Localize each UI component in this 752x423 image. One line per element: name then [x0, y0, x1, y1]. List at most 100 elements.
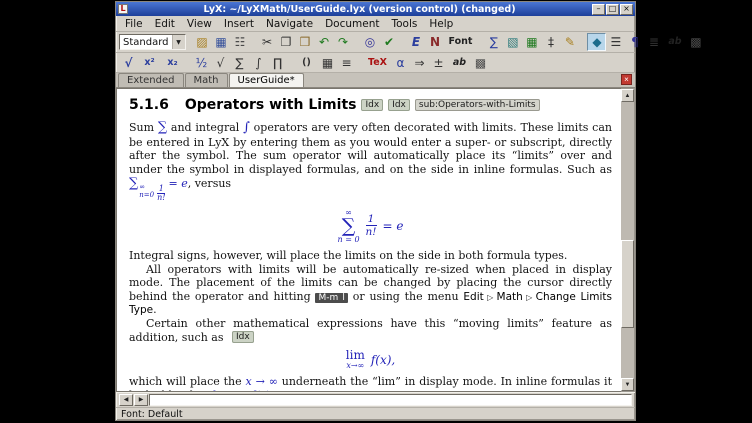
maximize-button[interactable]: □ [606, 4, 619, 15]
tab-extended[interactable]: Extended [118, 73, 184, 87]
insert-table-button[interactable]: ▦ [522, 33, 541, 51]
vertical-scrollbar[interactable]: ▲ ▼ [621, 88, 635, 392]
paragraph: Integral signs, however, will place the … [129, 249, 612, 262]
math-panel-toggle-button[interactable]: ◆ [587, 33, 606, 51]
scroll-down-button[interactable]: ▼ [621, 378, 634, 391]
sum-lower-limit: n=0 [139, 192, 154, 200]
combo-dropdown-icon[interactable]: ▼ [172, 35, 185, 49]
menu-item-view[interactable]: View [181, 17, 218, 31]
command-minibuffer-input[interactable] [149, 394, 632, 406]
close-button[interactable]: × [620, 4, 633, 15]
index-inset[interactable]: Idx [232, 331, 254, 343]
insert-note-button[interactable]: ✎ [560, 33, 579, 51]
cut-button[interactable]: ✂ [258, 33, 277, 51]
math-mode-button[interactable]: √ [119, 54, 138, 72]
history-prev-button[interactable]: ◀ [119, 394, 133, 406]
insert-index-icon: ▩ [690, 36, 701, 48]
integral-button[interactable]: ∫ [249, 54, 268, 72]
square-root-button[interactable]: √ [211, 54, 230, 72]
redo-button[interactable]: ↷ [334, 33, 353, 51]
noun-button[interactable]: N [426, 33, 445, 51]
menu-item-edit[interactable]: Edit [149, 17, 181, 31]
sum-symbol[interactable]: ∑ [158, 120, 167, 135]
math-symbols-panel-button[interactable]: ▩ [471, 54, 490, 72]
tex-mode-button[interactable]: TeX [364, 54, 391, 72]
copy-button[interactable]: ❐ [277, 33, 296, 51]
insert-footnote-button[interactable]: ‡ [541, 33, 560, 51]
find-replace-button[interactable]: ◎ [361, 33, 380, 51]
superscript-button[interactable]: x² [138, 54, 161, 72]
equation-array-button[interactable]: ≡ [337, 54, 356, 72]
toolbar-separator [287, 56, 295, 70]
vertical-scroll-track[interactable] [621, 102, 634, 378]
text-run: , versus [188, 177, 231, 190]
functions-button[interactable]: ab [448, 54, 471, 72]
menu-item-navigate[interactable]: Navigate [260, 17, 319, 31]
insert-graphics-button[interactable]: ▧ [503, 33, 522, 51]
subscript-button[interactable]: x₂ [161, 54, 184, 72]
index-inset[interactable]: Idx [361, 99, 383, 111]
delimiters-button[interactable]: () [295, 54, 318, 72]
vertical-scroll-thumb[interactable] [621, 240, 634, 328]
label-inset[interactable]: sub:Operators-with-Limits [415, 99, 540, 111]
tex-mode-icon: TeX [368, 58, 387, 68]
text-run: . [153, 303, 157, 316]
tab-close-button[interactable]: × [621, 74, 632, 85]
product-icon: ∏ [273, 57, 282, 69]
display-formula-lim[interactable]: limx→∞ f(x), [129, 349, 612, 370]
window-icon: L [118, 4, 128, 14]
tab-userguide[interactable]: UserGuide* [229, 73, 304, 87]
greek-letters-button[interactable]: α [391, 54, 410, 72]
inline-formula-sum[interactable]: ∑∞n=01n!= e [129, 177, 188, 190]
square-root-icon: √ [217, 57, 225, 69]
cut-icon: ✂ [262, 36, 272, 48]
undo-icon: ↶ [319, 36, 329, 48]
paragraph-style-combo[interactable]: Standard ▼ [119, 34, 186, 50]
history-next-button[interactable]: ▶ [134, 394, 148, 406]
insert-label-button[interactable]: ¶ [625, 33, 644, 51]
title-bar[interactable]: L LyX: ~/LyXMath/UserGuide.lyx (version … [116, 2, 635, 16]
sum-button[interactable]: ∑ [230, 54, 249, 72]
sum-lower-limit: n = 0 [338, 235, 360, 244]
insert-math-button[interactable]: ∑ [484, 33, 503, 51]
save-document-button[interactable]: ▦ [212, 33, 231, 51]
menu-item-help[interactable]: Help [423, 17, 459, 31]
integral-symbol[interactable]: ∫ [243, 120, 250, 135]
integral-icon: ∫ [255, 57, 261, 69]
document-area[interactable]: 5.1.6Operators with LimitsIdxIdxsub:Oper… [116, 88, 621, 392]
arrows-button[interactable]: ⇒ [410, 54, 429, 72]
undo-button[interactable]: ↶ [315, 33, 334, 51]
table-of-contents-button[interactable]: ☰ [606, 33, 625, 51]
menu-item-insert[interactable]: Insert [218, 17, 260, 31]
paste-button[interactable]: ❒ [296, 33, 315, 51]
document-row: 5.1.6Operators with LimitsIdxIdxsub:Oper… [116, 88, 635, 392]
math-symbols-panel-icon: ▩ [475, 57, 486, 69]
tab-math[interactable]: Math [185, 73, 228, 87]
display-formula-sum[interactable]: ∞∑n = 0 1n! = e [129, 208, 612, 244]
minibuffer-row: ◀ ▶ [116, 392, 635, 407]
menu-item-tools[interactable]: Tools [385, 17, 423, 31]
desktop: L LyX: ~/LyXMath/UserGuide.lyx (version … [0, 0, 752, 423]
matrix-button[interactable]: ▦ [318, 54, 337, 72]
sum-icon: ∑ [235, 57, 243, 69]
product-button[interactable]: ∏ [268, 54, 287, 72]
scroll-up-button[interactable]: ▲ [621, 89, 634, 102]
fraction-button[interactable]: ½ [192, 54, 211, 72]
operators-button[interactable]: ± [429, 54, 448, 72]
inline-math-x-to-infinity[interactable]: x → ∞ [246, 375, 278, 388]
menu-item-document[interactable]: Document [319, 17, 385, 31]
toolbar-separator [399, 35, 407, 49]
font-dialog-button[interactable]: Font [445, 33, 477, 51]
spellcheck-button[interactable]: ✔ [380, 33, 399, 51]
fraction-icon: ½ [196, 57, 208, 69]
thesaurus-button[interactable]: ab [663, 33, 686, 51]
document-settings-button[interactable]: ≣ [644, 33, 663, 51]
index-inset[interactable]: Idx [388, 99, 410, 111]
menu-item-file[interactable]: File [119, 17, 149, 31]
emphasis-button[interactable]: E [407, 33, 426, 51]
insert-index-button[interactable]: ▩ [686, 33, 705, 51]
text-run: or using the menu [348, 290, 463, 303]
open-document-button[interactable]: ▨ [193, 33, 212, 51]
print-document-button[interactable]: ☷ [231, 33, 250, 51]
minimize-button[interactable]: – [592, 4, 605, 15]
